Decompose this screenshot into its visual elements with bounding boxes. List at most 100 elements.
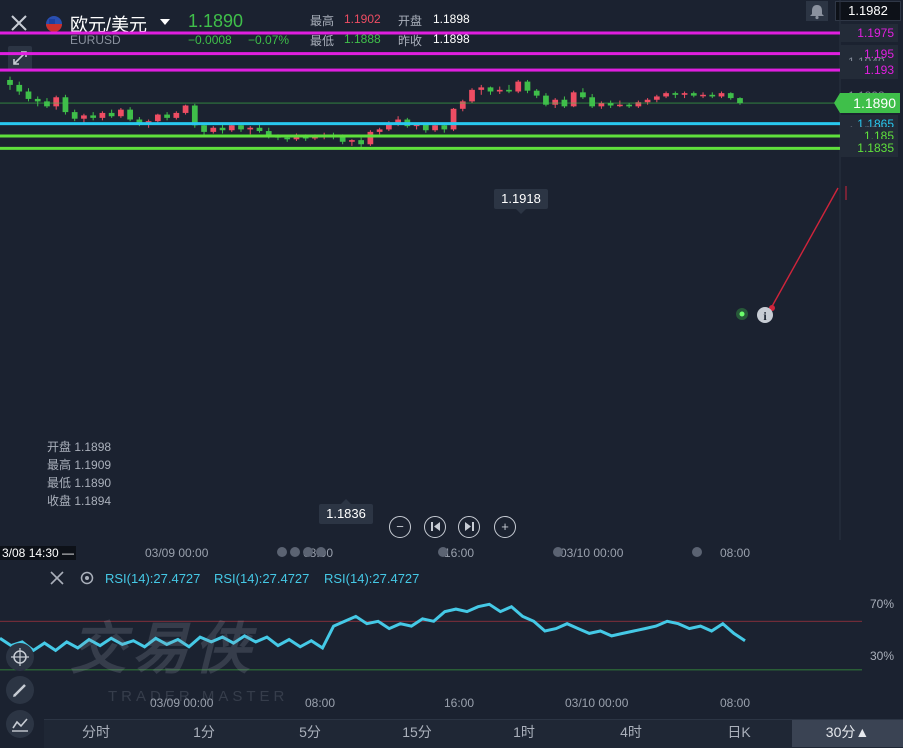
rsi-settings-button[interactable] bbox=[78, 569, 96, 587]
rsi-time-label: 03/09 00:00 bbox=[150, 696, 214, 710]
candle-body bbox=[552, 99, 559, 105]
candle-body bbox=[478, 87, 485, 90]
candle-body bbox=[284, 137, 291, 140]
candle-body bbox=[459, 101, 466, 109]
candle-body bbox=[422, 124, 429, 131]
candle-body bbox=[533, 90, 540, 96]
candle-body bbox=[690, 93, 697, 96]
ohlc-high: 最高 1.1909 bbox=[47, 458, 112, 472]
event-markers[interactable] bbox=[275, 545, 335, 559]
tab-1min[interactable]: 1分 bbox=[174, 720, 234, 747]
tab-30min-selected[interactable]: 30分▲ bbox=[792, 720, 903, 747]
candle-body bbox=[580, 92, 586, 98]
rsi-time-label: 03/10 00:00 bbox=[565, 696, 629, 710]
tab-4hour[interactable]: 4时 bbox=[601, 720, 661, 747]
candle-body bbox=[7, 79, 13, 85]
rsi-label: RSI(14):27.4727 bbox=[324, 571, 420, 586]
tab-15min[interactable]: 15分 bbox=[387, 720, 447, 747]
candle-body bbox=[672, 93, 679, 95]
candle-body bbox=[598, 103, 605, 107]
crosshair-tool-button[interactable] bbox=[6, 643, 34, 671]
level-line bbox=[0, 68, 840, 72]
candle-body bbox=[496, 89, 503, 92]
zoom-in-button[interactable]: + bbox=[494, 516, 516, 538]
candle-body bbox=[182, 105, 189, 113]
rsi-time-label: 08:00 bbox=[720, 696, 751, 710]
rsi-close-button[interactable] bbox=[48, 569, 66, 587]
candle-body bbox=[16, 84, 23, 92]
pencil-icon bbox=[13, 684, 26, 697]
candle-body bbox=[71, 112, 78, 119]
jump-end-button[interactable] bbox=[458, 516, 480, 538]
rsi-time-label: 08:00 bbox=[305, 696, 336, 710]
candle-body bbox=[617, 104, 623, 107]
time-label: 03/09 00:00 bbox=[145, 546, 209, 560]
current-price-tag: 1.1890 bbox=[834, 93, 900, 114]
candle-body bbox=[173, 112, 180, 118]
candle-body bbox=[99, 112, 106, 118]
event-marker[interactable] bbox=[551, 545, 565, 564]
rsi-level-70: 70% bbox=[870, 597, 895, 611]
event-dot-icon bbox=[553, 547, 563, 557]
skip-back-icon bbox=[430, 522, 440, 531]
candle-body bbox=[653, 96, 660, 100]
candle-body bbox=[62, 97, 69, 113]
candle-body bbox=[487, 87, 494, 92]
trend-arrow-line bbox=[769, 187, 839, 311]
candle-body bbox=[718, 93, 725, 97]
candle-body bbox=[367, 131, 374, 145]
candle-body bbox=[53, 97, 60, 107]
candle-body bbox=[154, 114, 161, 122]
tab-1hour[interactable]: 1时 bbox=[494, 720, 554, 747]
rsi-label: RSI(14):27.4727 bbox=[105, 571, 201, 586]
jump-start-button[interactable] bbox=[424, 516, 446, 538]
event-marker[interactable] bbox=[436, 545, 450, 564]
candle-body bbox=[201, 125, 207, 132]
candle-body bbox=[700, 94, 706, 97]
crosshair-time: 3/08 14:30 — bbox=[0, 546, 77, 560]
time-label: 08:00 bbox=[720, 546, 751, 560]
indicator-tool-button[interactable] bbox=[6, 710, 34, 738]
tab-daily[interactable]: 日K bbox=[709, 720, 769, 747]
last-price-dot bbox=[739, 311, 745, 317]
minus-icon: − bbox=[396, 519, 404, 534]
candle-body bbox=[358, 140, 365, 145]
low-callout: 1.1836 bbox=[319, 504, 373, 524]
candle-body bbox=[589, 97, 596, 107]
candle-body bbox=[441, 125, 448, 130]
candle-body bbox=[515, 81, 522, 92]
candle-body bbox=[210, 127, 217, 132]
candle-body bbox=[644, 99, 651, 103]
candle-body bbox=[376, 129, 383, 132]
rsi-time-label: 16:00 bbox=[444, 696, 475, 710]
zoom-out-button[interactable]: − bbox=[389, 516, 411, 538]
candle-body bbox=[256, 127, 263, 132]
candle-body bbox=[339, 136, 346, 142]
candlestick-chart[interactable]: i bbox=[0, 0, 903, 540]
rsi-level-30: 30% bbox=[870, 649, 895, 663]
skip-forward-icon bbox=[464, 522, 474, 531]
candle-body bbox=[469, 89, 475, 102]
event-dots-icon bbox=[277, 547, 326, 557]
indicator-chart-icon bbox=[12, 718, 28, 732]
high-callout-pointer bbox=[516, 209, 526, 214]
candle-body bbox=[81, 115, 87, 119]
watermark-logo: 交易侠 bbox=[70, 617, 256, 680]
candle-body bbox=[681, 93, 688, 95]
level-line bbox=[0, 122, 840, 126]
high-callout: 1.1918 bbox=[494, 189, 548, 209]
candle-body bbox=[219, 127, 226, 131]
event-dot-icon bbox=[438, 547, 448, 557]
level-line bbox=[0, 134, 840, 138]
tab-timeshare[interactable]: 分时 bbox=[66, 720, 126, 747]
draw-tool-button[interactable] bbox=[6, 676, 34, 704]
ohlc-low: 最低 1.1890 bbox=[47, 476, 112, 490]
event-marker[interactable] bbox=[690, 545, 704, 564]
level-price-tag: 1.193 bbox=[840, 61, 898, 80]
tab-5min[interactable]: 5分 bbox=[280, 720, 340, 747]
candle-body bbox=[118, 109, 124, 117]
candle-body bbox=[626, 104, 632, 107]
candle-body bbox=[709, 94, 716, 97]
ohlc-open: 开盘 1.1898 bbox=[47, 440, 112, 454]
candle-body bbox=[663, 93, 669, 97]
